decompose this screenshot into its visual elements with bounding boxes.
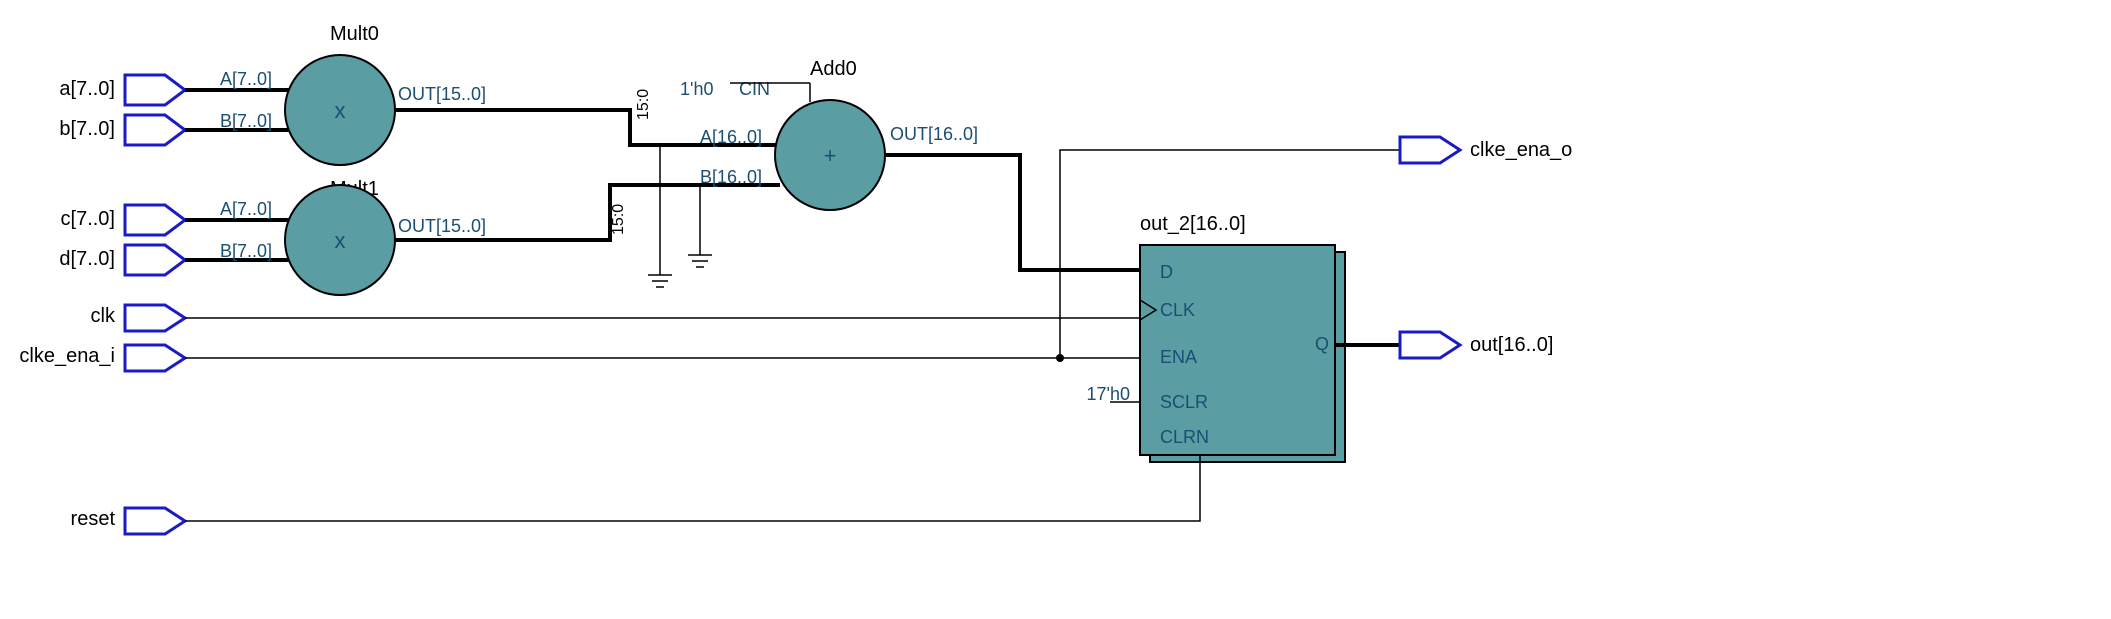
pin-reset-label: reset (71, 508, 116, 530)
rtl-schematic: a[7..0] b[7..0] c[7..0] d[7..0] clk clke… (0, 0, 2111, 619)
pin-a (125, 75, 185, 105)
pin-clk-label: clk (91, 305, 116, 327)
ground-icon (688, 255, 712, 267)
pin-b-label: b[7..0] (59, 118, 115, 140)
pin-reset (125, 508, 185, 534)
add0-cin-const: 1'h0 (680, 79, 713, 99)
pin-ena-i (125, 345, 185, 371)
pin-out-label: out[16..0] (1470, 334, 1553, 356)
reg-ENA: ENA (1160, 347, 1197, 367)
reg-CLK: CLK (1160, 300, 1195, 320)
wire-reset (185, 455, 1200, 521)
mult0-portA: A[7..0] (220, 69, 272, 89)
pin-a-label: a[7..0] (59, 78, 115, 100)
reg-D: D (1160, 262, 1173, 282)
ground-icon (648, 275, 672, 287)
add0-OUT: OUT[16..0] (890, 124, 978, 144)
mult1-portA: A[7..0] (220, 199, 272, 219)
reg-SCLR: SCLR (1160, 392, 1208, 412)
pin-out (1400, 332, 1460, 358)
pin-d-label: d[7..0] (59, 248, 115, 270)
pin-ena-i-label: clke_ena_i (19, 345, 115, 367)
add0-op: + (824, 143, 837, 168)
bus-slice-bot: 15:0 (610, 204, 627, 235)
reg-name: out_2[16..0] (1140, 213, 1246, 235)
mult1-portB: B[7..0] (220, 241, 272, 261)
pin-clk (125, 305, 185, 331)
pin-b (125, 115, 185, 145)
mult0-op: x (335, 98, 346, 123)
mult1-op: x (335, 228, 346, 253)
add0-name: Add0 (810, 58, 857, 80)
reg-sclr-const: 17'h0 (1087, 384, 1130, 404)
mult0-name: Mult0 (330, 23, 379, 45)
pin-c-label: c[7..0] (61, 208, 115, 230)
pin-ena-o (1400, 137, 1460, 163)
mult0-portB: B[7..0] (220, 111, 272, 131)
reg-Q: Q (1315, 334, 1329, 354)
mult0-portOut: OUT[15..0] (398, 84, 486, 104)
pin-c (125, 205, 185, 235)
bus-slice-top: 15:0 (635, 89, 652, 120)
add0-A: A[16..0] (700, 127, 762, 147)
add0-CIN: CIN (739, 79, 770, 99)
mult1-portOut: OUT[15..0] (398, 216, 486, 236)
pin-ena-o-label: clke_ena_o (1470, 139, 1572, 161)
pin-d (125, 245, 185, 275)
reg-CLRN: CLRN (1160, 427, 1209, 447)
add0-B: B[16..0] (700, 167, 762, 187)
